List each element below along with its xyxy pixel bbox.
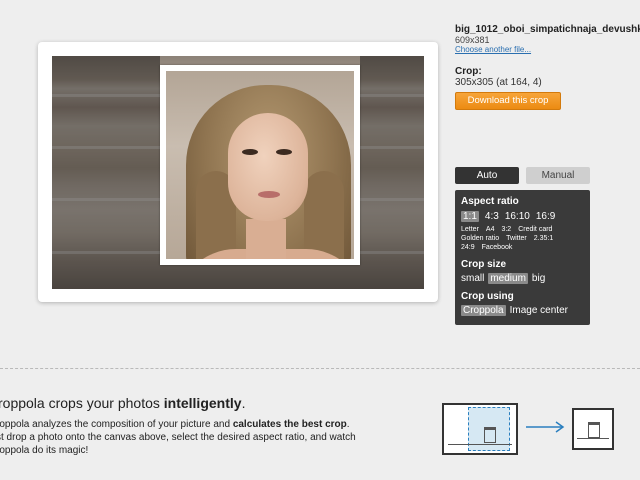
ratio-option-golden[interactable]: Golden ratio [461,235,499,242]
size-option-big[interactable]: big [532,273,545,284]
download-crop-button[interactable]: Download this crop [455,92,561,110]
auto-settings-panel: Aspect ratio 1:1 4:3 16:10 16:9 Letter A4 3:2… [455,190,590,325]
crop-frame[interactable] [160,65,360,265]
section-divider [0,368,640,369]
crop-using-title: Crop using [461,291,514,302]
tab-auto[interactable]: Auto [455,167,519,184]
arrow-right-icon [526,421,565,433]
tower-icon [588,422,600,438]
tab-manual[interactable]: Manual [526,167,590,184]
ratio-option-2-35-1[interactable]: 2.35:1 [534,235,553,242]
aspect-ratio-title: Aspect ratio [461,196,519,207]
file-dimensions: 609x381 [455,35,490,45]
crop-value: 305x305 (at 164, 4) [455,77,542,88]
crop-using-options: Croppola Image center [461,305,584,316]
crop-size-title: Crop size [461,259,507,270]
intro-headline: roppola crops your photos intelligently. [0,395,246,411]
ratio-option-16-9[interactable]: 16:9 [536,211,555,222]
dim-left [52,56,160,289]
crop-size-options: small medium big [461,273,584,284]
using-option-croppola[interactable]: Croppola [461,305,506,316]
illustration-cropped-icon [572,408,614,450]
dim-bottom [160,265,360,289]
size-option-medium[interactable]: medium [488,273,528,284]
ratio-option-16-10[interactable]: 16:10 [505,211,530,222]
ratio-option-facebook[interactable]: Facebook [482,244,513,251]
aspect-ratio-more-options: Letter A4 3:2 Credit card Golden ratio Twitt… [461,225,584,252]
aspect-ratio-main-options: 1:1 4:3 16:10 16:9 [461,211,584,222]
crop-label: Crop: [455,66,482,77]
ratio-option-24-9[interactable]: 24:9 [461,244,475,251]
ratio-option-a4[interactable]: A4 [486,226,495,233]
portrait-face [228,113,308,221]
ratio-option-twitter[interactable]: Twitter [506,235,527,242]
ratio-option-1-1[interactable]: 1:1 [461,211,479,222]
illustration-original-icon [442,403,518,455]
dim-right [360,56,424,289]
ratio-option-3-2[interactable]: 3:2 [501,226,511,233]
size-option-small[interactable]: small [461,273,484,284]
using-option-image-center[interactable]: Image center [510,305,568,316]
file-name: big_1012_oboi_simpatichnaja_devushka [455,24,640,35]
ratio-option-4-3[interactable]: 4:3 [485,211,499,222]
photo [52,56,424,289]
intro-description: roppola analyzes the composition of your… [0,419,356,456]
ratio-option-letter[interactable]: Letter [461,226,479,233]
image-canvas[interactable] [38,42,438,302]
ratio-option-credit-card[interactable]: Credit card [518,226,552,233]
tower-icon [484,427,496,443]
choose-another-file-link[interactable]: Choose another file... [455,45,531,54]
